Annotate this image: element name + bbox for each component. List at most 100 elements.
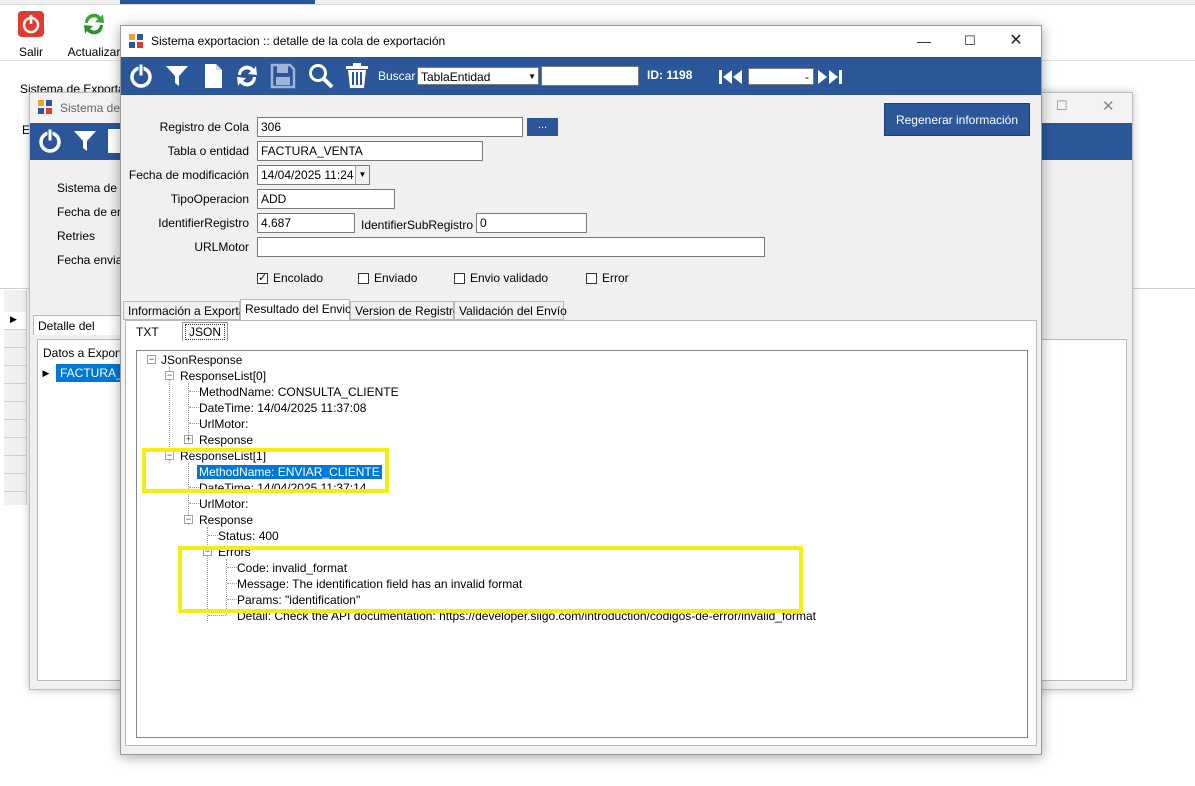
grid-row-selector[interactable]: ▶ [4,312,26,330]
tree-node[interactable]: MethodName: CONSULTA_CLIENTE [199,385,399,399]
subtab-json[interactable]: JSON [182,322,228,341]
browse-button[interactable]: ... [527,118,558,136]
record-navigator-input[interactable]: - [748,68,814,85]
fecha-modificacion-value: 14/04/2025 11:24 [261,168,354,182]
enviado-checkbox[interactable]: Enviado [358,271,417,285]
last-record-icon[interactable] [817,69,845,85]
identifier-registro-label: IdentifierRegistro [158,216,249,230]
export-detail-window: Sistema exportacion :: detalle de la col… [120,25,1042,755]
grid-cell-selected[interactable]: FACTURA_V [56,364,126,382]
fecha-modificacion-label: Fecha de modificación [128,168,249,182]
grid-row[interactable] [4,348,26,366]
envio-validado-checkbox[interactable]: Envio validado [454,271,548,285]
regenerate-info-button[interactable]: Regenerar información [884,103,1030,136]
tree-node[interactable]: Status: 400 [218,529,279,543]
grid-row[interactable] [4,456,26,474]
search-field-combo[interactable]: TablaEntidad ▼ [417,67,539,85]
collapse-icon[interactable]: − [165,371,174,380]
refresh-button-label: Actualizar [67,45,121,59]
fecha-modificacion-picker[interactable]: 14/04/2025 11:24 ▼ [257,165,370,185]
maximize-button[interactable]: ☐ [1056,98,1068,114]
checkbox-label: Encolado [273,271,324,285]
row-pointer-icon: ▶ [10,314,17,324]
tipo-operacion-field[interactable]: ADD [257,189,395,209]
registro-cola-field[interactable]: 306 [257,117,523,137]
refresh-button[interactable]: Actualizar [66,9,122,59]
tree-connector [189,423,199,424]
url-motor-label: URLMotor [194,240,249,254]
grid-row[interactable] [4,366,26,384]
identifier-registro-field[interactable]: 4.687 [257,213,355,233]
checkbox-label: Envio validado [470,271,549,285]
delete-icon[interactable] [343,62,371,90]
refresh-icon [84,13,104,35]
checkbox-label: Error [602,271,629,285]
tree-connector [208,535,218,536]
refresh-icon[interactable] [233,62,261,90]
first-record-icon[interactable] [718,69,744,85]
tabla-entidad-field[interactable]: FACTURA_VENTA [257,141,483,161]
expand-icon[interactable]: + [184,435,193,444]
identifier-subregistro-field[interactable]: 0 [476,213,587,233]
middle-window-title: Sistema de [60,101,121,115]
exit-button-label: Salir [18,45,43,59]
error-checkbox[interactable]: Error [586,271,629,285]
minimize-button[interactable]: — [901,30,947,52]
tree-node[interactable]: JSonResponse [161,353,242,367]
new-document-icon[interactable] [199,62,227,90]
grid-row[interactable] [4,420,26,438]
search-label: Buscar [378,69,416,83]
middle-label: Retries [57,229,96,243]
background-grid-row-headers: ▶ [4,290,27,505]
subtab-txt[interactable]: TXT [136,323,159,341]
tabla-entidad-label: Tabla o entidad [167,144,249,158]
tree-node[interactable]: Response [199,433,253,447]
json-tree-view[interactable]: − − + − − − JSonResponse ResponseList[0]… [136,350,1028,738]
tree-connector [208,615,226,616]
record-id-label: ID: 1198 [647,68,693,82]
collapse-icon[interactable]: − [147,355,156,364]
search-input[interactable] [541,66,639,86]
tab-version-registro[interactable]: Version de Registro [350,301,460,320]
url-motor-field[interactable] [257,237,765,257]
tab-validacion-envio[interactable]: Validación del Envío [454,301,567,320]
collapse-icon[interactable]: − [184,515,193,524]
tree-connector [189,503,199,504]
document-icon[interactable] [108,127,120,155]
grid-row[interactable] [4,330,26,348]
window-title: Sistema exportacion :: detalle de la col… [151,34,446,48]
tipo-operacion-label: TipoOperacion [170,192,249,206]
exit-button[interactable]: Salir [14,9,48,59]
tree-node[interactable]: UrlMotor: [199,417,248,431]
grid-row[interactable] [4,384,26,402]
encolado-checkbox[interactable]: Encolado [257,271,323,285]
power-icon[interactable] [36,127,64,155]
filter-icon[interactable] [163,62,191,90]
save-icon[interactable] [269,62,297,90]
tree-node[interactable]: DateTime: 14/04/2025 11:37:08 [199,401,366,415]
checkbox-icon [358,273,369,284]
tree-node[interactable]: UrlMotor: [199,497,248,511]
grid-row[interactable] [4,438,26,456]
highlight-annotation [178,546,803,613]
grid-row[interactable] [4,474,26,492]
grid-header: Datos a Exporta [43,346,130,360]
close-button[interactable]: ✕ [1102,97,1115,115]
power-icon[interactable] [127,62,155,90]
grid-row[interactable] [4,402,26,420]
search-icon[interactable] [307,62,335,90]
tree-node[interactable]: ResponseList[0] [180,369,266,383]
calendar-dropdown-icon[interactable]: ▼ [355,166,369,184]
middle-label: Fecha enviad [57,253,130,267]
filter-icon[interactable] [72,128,98,154]
middle-label: Fecha de enc [57,205,130,219]
tree-node[interactable]: Response [199,513,253,527]
tab-resultado-envio[interactable]: Resultado del Envio [240,299,352,320]
checkbox-icon [586,273,597,284]
maximize-button[interactable]: ☐ [947,30,993,52]
tab-detalle-envio[interactable]: Detalle del envío [33,315,121,353]
close-button[interactable]: ✕ [993,30,1039,52]
highlight-annotation [142,448,389,493]
row-pointer-icon: ▶ [42,368,50,378]
tab-informacion-exportar[interactable]: Información a Exportar [123,301,249,320]
